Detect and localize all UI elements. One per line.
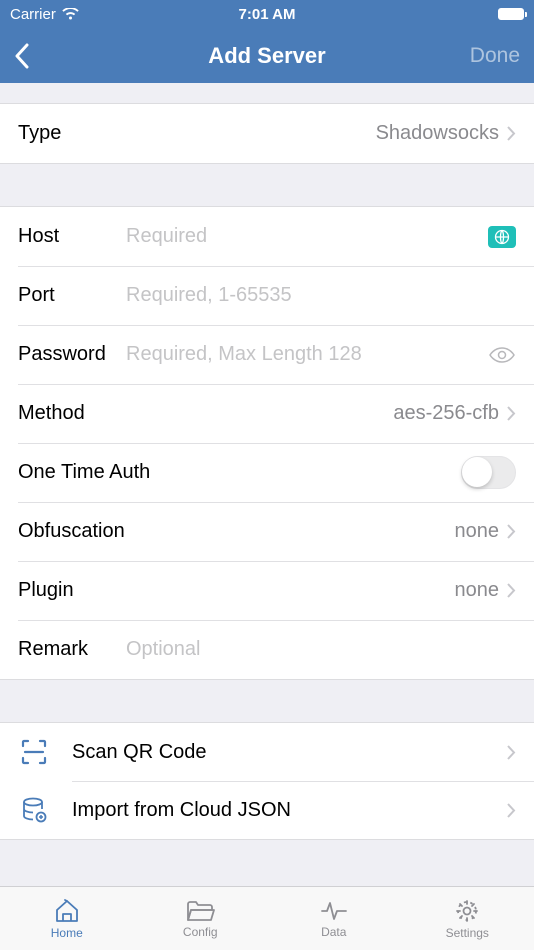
obfuscation-value: none [455, 520, 508, 543]
ota-toggle[interactable] [461, 456, 516, 489]
plugin-label: Plugin [18, 579, 126, 602]
database-add-icon [20, 796, 48, 824]
port-input[interactable] [126, 284, 516, 307]
tab-config-label: Config [183, 925, 218, 939]
ota-row: One Time Auth [0, 443, 534, 502]
import-cloud-row[interactable]: Import from Cloud JSON [0, 781, 534, 839]
method-row[interactable]: Method aes-256-cfb [0, 384, 534, 443]
obfuscation-label: Obfuscation [18, 520, 125, 543]
eye-icon[interactable] [488, 345, 516, 365]
password-row[interactable]: Password [0, 325, 534, 384]
host-row[interactable]: Host [0, 207, 534, 266]
nav-bar: Add Server Done [0, 28, 534, 83]
port-row[interactable]: Port [0, 266, 534, 325]
scan-qr-label: Scan QR Code [72, 741, 207, 764]
remark-input[interactable] [126, 638, 516, 661]
password-input[interactable] [126, 343, 480, 366]
chevron-right-icon [507, 406, 516, 421]
import-cloud-label: Import from Cloud JSON [72, 799, 291, 822]
qr-scan-icon [20, 738, 48, 766]
remark-row[interactable]: Remark [0, 620, 534, 679]
status-bar: Carrier 7:01 AM [0, 0, 534, 28]
password-label: Password [18, 343, 126, 366]
tab-home[interactable]: Home [0, 887, 134, 950]
chevron-right-icon [507, 745, 516, 760]
gear-icon [454, 898, 480, 924]
back-button[interactable] [14, 43, 30, 69]
activity-icon [320, 899, 348, 923]
globe-icon [494, 229, 510, 245]
battery-icon [498, 8, 524, 20]
host-label: Host [18, 225, 126, 248]
remark-label: Remark [18, 638, 126, 661]
tab-data[interactable]: Data [267, 887, 401, 950]
done-button[interactable]: Done [470, 44, 520, 68]
tab-bar: Home Config Data Settings [0, 886, 534, 950]
ota-label: One Time Auth [18, 461, 150, 484]
tab-home-label: Home [51, 926, 83, 940]
chevron-right-icon [507, 126, 516, 141]
nav-title: Add Server [208, 43, 325, 69]
wifi-icon [62, 8, 79, 21]
globe-badge[interactable] [488, 226, 516, 248]
type-label: Type [18, 122, 126, 145]
folder-icon [185, 899, 215, 923]
home-icon [53, 898, 81, 924]
method-value: aes-256-cfb [393, 402, 507, 425]
type-row[interactable]: Type Shadowsocks [0, 104, 534, 163]
tab-config[interactable]: Config [134, 887, 268, 950]
host-input[interactable] [126, 225, 480, 248]
carrier-label: Carrier [10, 6, 56, 23]
tab-data-label: Data [321, 925, 346, 939]
tab-settings[interactable]: Settings [401, 887, 534, 950]
obfuscation-row[interactable]: Obfuscation none [0, 502, 534, 561]
method-label: Method [18, 402, 126, 425]
chevron-right-icon [507, 583, 516, 598]
scan-qr-row[interactable]: Scan QR Code [0, 723, 534, 781]
chevron-right-icon [507, 803, 516, 818]
time-label: 7:01 AM [239, 6, 296, 23]
plugin-row[interactable]: Plugin none [0, 561, 534, 620]
chevron-right-icon [507, 524, 516, 539]
port-label: Port [18, 284, 126, 307]
tab-settings-label: Settings [446, 926, 489, 940]
plugin-value: none [455, 579, 508, 602]
type-value: Shadowsocks [376, 122, 507, 145]
